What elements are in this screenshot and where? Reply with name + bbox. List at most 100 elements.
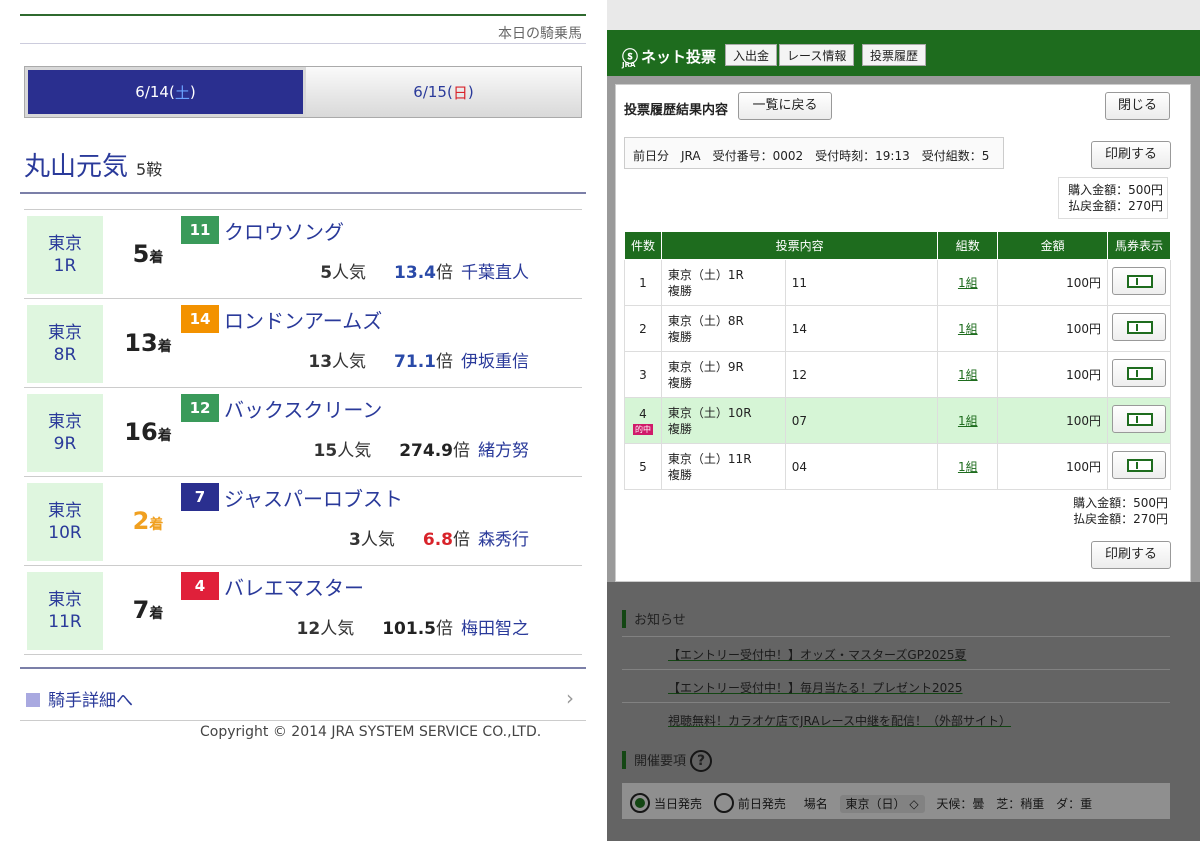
odds: 101.5 [382, 619, 436, 639]
meeting-options: 当日発売 前日発売 場名 東京（日） ◇ 天候：曇 芝：稍重 ダ：重 [622, 783, 1170, 819]
table-row: 1 東京（土）1R 複勝 11 1組 100円 [624, 259, 1172, 306]
horse-name[interactable]: バレエマスター [224, 572, 364, 601]
sets-link[interactable]: 1組 [958, 322, 978, 336]
odds-unit: 倍 [436, 352, 453, 372]
refund-total: 払戻金額：270円 [1068, 199, 1163, 213]
ride-stats: 13人気 71.1倍 伊坂重信 [224, 347, 529, 372]
place-unit: 着 [157, 428, 172, 444]
totals-bottom: 購入金額：500円 払戻金額：270円 [1058, 495, 1168, 527]
ride-row[interactable]: 東京 11R 7着 4 バレエマスター 12人気 101.5倍 梅田智之 [24, 566, 582, 655]
table-header: 金額 [997, 231, 1108, 260]
ticket-icon [1126, 367, 1153, 380]
place-value: 7 [132, 596, 150, 624]
horse-cell: 14 [784, 305, 939, 352]
ticket-cell [1106, 351, 1172, 398]
horse-name[interactable]: クロウソング [224, 216, 344, 245]
sets-cell: 1組 [937, 397, 999, 444]
news-item[interactable]: 【エントリー受付中！】毎月当たる！プレゼント2025 [622, 669, 1170, 699]
sets-link[interactable]: 1組 [958, 276, 978, 290]
popularity: 12 [296, 619, 321, 639]
horse-name[interactable]: ジャスパーロブスト [224, 483, 403, 512]
ride-row[interactable]: 東京 10R 2着 7 ジャスパーロブスト 3人気 6.8倍 森秀行 [24, 477, 582, 566]
ticket-view-button[interactable] [1111, 405, 1166, 433]
meeting-title: 開催要項 [634, 754, 687, 769]
ride-stats: 12人気 101.5倍 梅田智之 [224, 614, 529, 639]
ticket-icon [1126, 413, 1153, 426]
ride-row[interactable]: 東京 9R 16着 12 バックスクリーン 15人気 274.9倍 緒方努 [24, 388, 582, 477]
table-header: 投票内容 [660, 231, 939, 260]
purchase-total: 購入金額：500円 [1073, 496, 1168, 510]
ride-row[interactable]: 東京 1R 5着 11 クロウソング 5人気 13.4倍 千葉直人 [24, 210, 582, 299]
ride-stats: 15人気 274.9倍 緒方努 [224, 436, 529, 461]
ticket-view-button[interactable] [1111, 451, 1166, 479]
news-item[interactable]: 視聴無料！カラオケ店でJRAレース中継を配信！（外部サイト） [622, 702, 1170, 732]
horse-number: 7 [181, 483, 219, 511]
popularity: 3 [349, 530, 361, 550]
place-unit: 着 [149, 606, 164, 622]
news-heading: お知らせ [622, 609, 686, 628]
ticket-view-button[interactable] [1111, 313, 1166, 341]
place-unit: 着 [149, 517, 164, 533]
row-no: 1 [639, 275, 647, 290]
popularity: 13 [308, 352, 333, 372]
nav-race-info[interactable]: レース情報 [779, 44, 855, 66]
print-button[interactable]: 印刷する [1091, 141, 1171, 169]
news-item[interactable]: 【エントリー受付中！】オッズ・マスターズGP2025夏 [622, 636, 1170, 666]
help-icon[interactable]: ? [690, 750, 713, 772]
venue-select[interactable]: 東京（日） ◇ [839, 795, 925, 813]
ticket-view-button[interactable] [1111, 359, 1166, 387]
horse-number: 11 [181, 216, 219, 244]
horse-cell: 04 [784, 443, 939, 490]
race-cell: 東京（土）9R 複勝 [660, 351, 786, 398]
close-button[interactable]: 閉じる [1105, 92, 1170, 120]
nav-vote-history[interactable]: 投票履歴 [862, 44, 927, 66]
tab-date-0615[interactable]: 6/15(日) [306, 67, 581, 117]
venue-name: 東京 [48, 590, 82, 610]
ticket-view-button[interactable] [1111, 267, 1166, 295]
turf-condition: 芝：稍重 [996, 797, 1045, 811]
bet-type: 複勝 [667, 375, 692, 390]
sets-link[interactable]: 1組 [958, 414, 978, 428]
sets-link[interactable]: 1組 [958, 460, 978, 474]
popularity-unit: 人気 [337, 441, 372, 461]
tab-close-paren: ) [189, 83, 196, 101]
race-number: 9R [53, 434, 77, 454]
race-number: 1R [53, 256, 77, 276]
tab-dow: 日 [452, 83, 468, 102]
popularity-unit: 人気 [332, 352, 367, 372]
popularity-unit: 人気 [360, 530, 395, 550]
ride-stats: 5人気 13.4倍 千葉直人 [224, 258, 529, 283]
square-bullet-icon [26, 693, 40, 707]
today-rides-label: 本日の騎乗馬 [498, 26, 582, 42]
place-value: 5 [132, 240, 150, 268]
print-button-bottom[interactable]: 印刷する [1091, 541, 1171, 569]
chevron-right-icon[interactable]: › [566, 686, 574, 710]
venue-name: 東京 [48, 234, 82, 254]
radio-today[interactable] [630, 793, 650, 813]
right-panel: ⓢ ネット投票 JRA 入出金 レース情報 投票履歴 お知らせ 【エントリー受付中！… [607, 0, 1200, 841]
radio-prev[interactable] [713, 793, 734, 813]
odds: 13.4 [394, 263, 436, 283]
nav-deposit[interactable]: 入出金 [725, 44, 778, 66]
sets-link[interactable]: 1組 [958, 368, 978, 382]
popularity: 15 [313, 441, 338, 461]
race-venue: 東京 9R [27, 394, 103, 472]
horse-name[interactable]: バックスクリーン [224, 394, 382, 423]
back-to-list-button[interactable]: 一覧に戻る [738, 92, 832, 120]
dialog-title: 投票履歴結果内容 [624, 103, 729, 118]
venue-value: 東京（日） [845, 797, 906, 811]
horse-name[interactable]: ロンドンアームズ [224, 305, 382, 334]
race-name: 東京（土）10R [667, 405, 752, 420]
copyright: Copyright © 2014 JRA SYSTEM SERVICE CO.,… [200, 724, 542, 740]
row-no: 2 [639, 321, 647, 336]
odds: 274.9 [399, 441, 453, 461]
tab-date-0614[interactable]: 6/14(土) [25, 67, 306, 117]
tab-date-text: 6/14( [135, 83, 175, 101]
net-vote-header: ⓢ ネット投票 JRA 入出金 レース情報 投票履歴 [607, 30, 1200, 76]
finish-place: 7着 [108, 596, 188, 624]
jra-logo[interactable]: ⓢ ネット投票 JRA [622, 43, 716, 69]
ride-row[interactable]: 東京 8R 13着 14 ロンドンアームズ 13人気 71.1倍 伊坂重信 [24, 299, 582, 388]
jockey-detail-link[interactable]: 騎手詳細へ [26, 686, 133, 711]
jockey-name: 丸山元気 [24, 152, 129, 182]
ride-list: 東京 1R 5着 11 クロウソング 5人気 13.4倍 千葉直人 東京 8R 13着 1… [24, 209, 582, 655]
